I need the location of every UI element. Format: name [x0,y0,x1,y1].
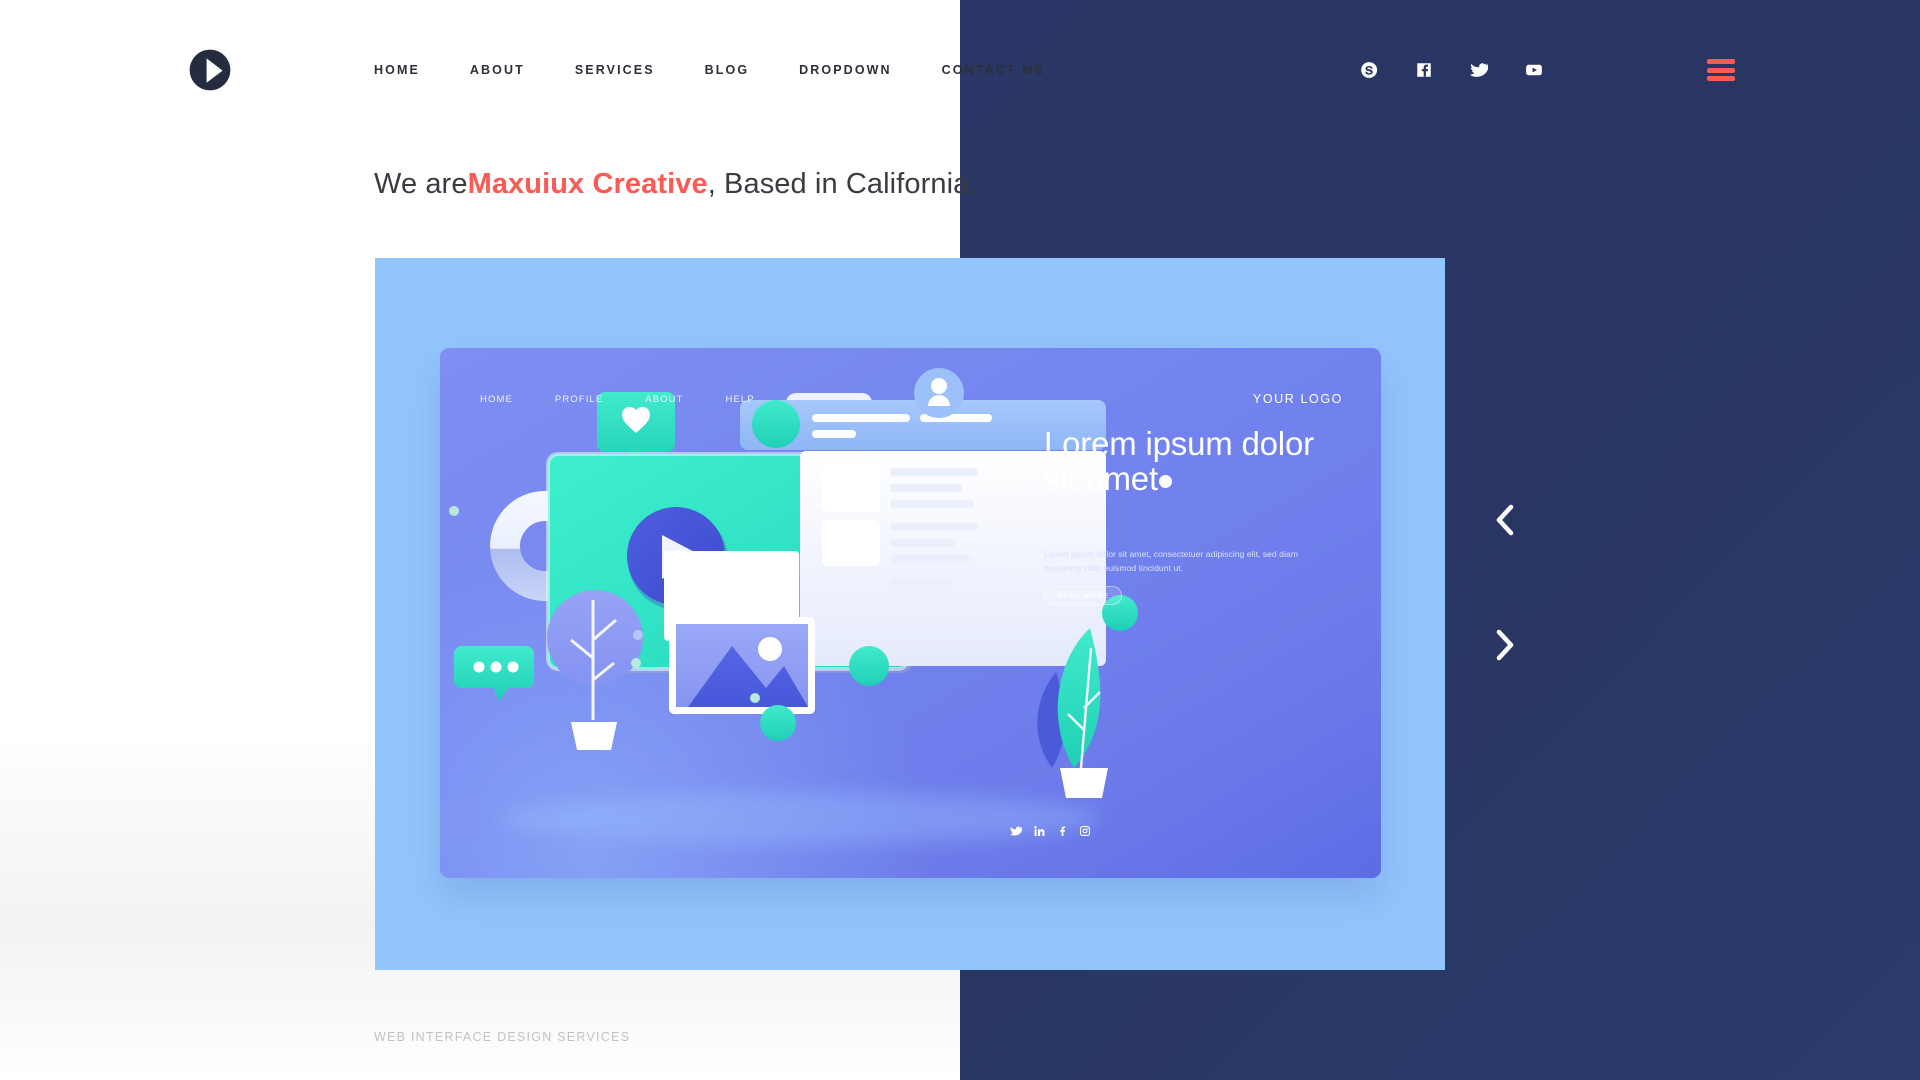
skype-icon[interactable] [1360,61,1378,79]
site-header: HOME ABOUT SERVICES BLOG DROPDOWN CONTAC… [0,0,1920,140]
play-circle-logo[interactable] [189,49,231,91]
hamburger-bar [1707,76,1735,81]
mockup-nav-item-profile[interactable]: PROFILE [555,394,645,405]
nav-item-about[interactable]: ABOUT [445,64,550,77]
mockup-social-links [1010,825,1091,837]
twitter-icon[interactable] [1470,61,1488,79]
hero-footnote: WEB INTERFACE DESIGN SERVICES [374,1030,631,1044]
headline-highlight: Maxuiux Creative [467,168,708,200]
title-dot-accent [1158,474,1172,488]
chevron-left-icon[interactable] [1485,500,1525,540]
mockup-nav-item-help[interactable]: HELP [726,394,797,405]
linkedin-icon[interactable] [1033,825,1045,837]
facebook-icon[interactable] [1056,825,1068,837]
mockup-paragraph: Lorem ipsum dolor sit amet, consectetuer… [1044,549,1298,574]
mockup-title-text: Lorem ipsum dolor sit amet [1044,425,1314,497]
slide-mockup-card: HOME PROFILE ABOUT HELP YOUR LOGO Lorem … [440,348,1381,878]
mockup-nav-item-home[interactable]: HOME [480,394,555,405]
mockup-logo-text: YOUR LOGO [1252,392,1343,406]
hamburger-bar [1707,59,1735,64]
instagram-icon[interactable] [1079,825,1091,837]
nav-item-home[interactable]: HOME [374,64,445,77]
header-social-links [1360,61,1543,79]
nav-item-services[interactable]: SERVICES [550,64,680,77]
headline-prefix: We are [374,168,468,200]
read-more-button[interactable]: READ MORE [1044,586,1122,605]
chevron-right-icon[interactable] [1485,625,1525,665]
main-navigation: HOME ABOUT SERVICES BLOG DROPDOWN CONTAC… [374,64,1070,77]
nav-item-dropdown[interactable]: DROPDOWN [774,64,917,77]
headline-suffix: , Based in California. [707,168,978,200]
facebook-icon[interactable] [1415,61,1433,79]
mockup-title: Lorem ipsum dolor sit amet [1044,425,1314,497]
nav-item-contact-me[interactable]: CONTACT ME [917,64,1070,77]
nav-item-blog[interactable]: BLOG [680,64,775,77]
hamburger-icon[interactable] [1707,59,1735,81]
youtube-icon[interactable] [1525,61,1543,79]
mockup-nav-item-about[interactable]: ABOUT [645,394,725,405]
mockup-navigation: HOME PROFILE ABOUT HELP [480,394,797,405]
twitter-icon[interactable] [1010,825,1022,837]
page-title: We areMaxuiux Creative, Based in Califor… [374,168,978,201]
hamburger-bar [1707,67,1735,73]
